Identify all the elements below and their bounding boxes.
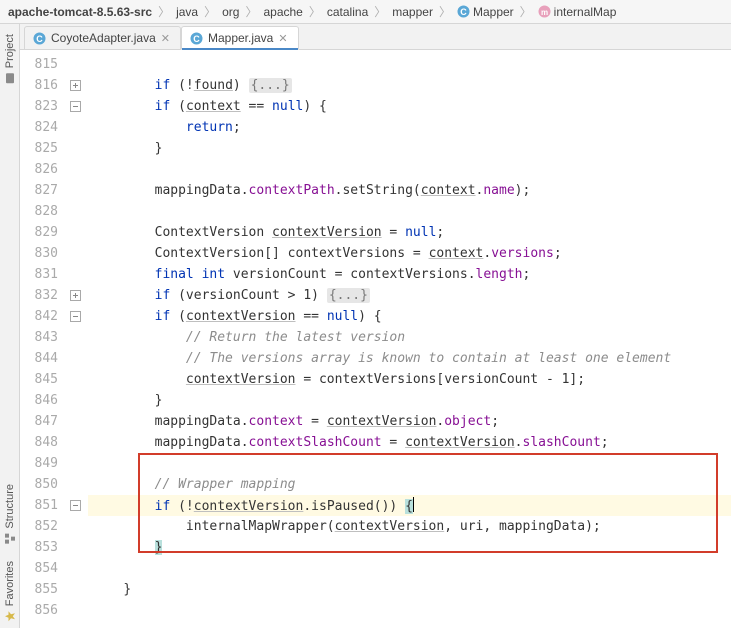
line-number[interactable]: 855 [20, 579, 58, 600]
code-line[interactable]: final int versionCount = contextVersions… [88, 264, 731, 285]
tab-label: CoyoteAdapter.java [51, 31, 156, 45]
line-number[interactable]: 850 [20, 474, 58, 495]
breadcrumb: apache-tomcat-8.5.63-src 〉 java 〉 org 〉 … [0, 0, 731, 24]
line-number[interactable]: 852 [20, 516, 58, 537]
class-icon: C [457, 5, 470, 18]
editor-tab-coyoteadapter[interactable]: C CoyoteAdapter.java ✕ [24, 26, 181, 50]
tab-label: Mapper.java [208, 31, 273, 45]
breadcrumb-item[interactable]: catalina [325, 5, 370, 19]
svg-text:m: m [541, 8, 548, 17]
line-number[interactable]: 848 [20, 432, 58, 453]
code-line[interactable]: mappingData.context = contextVersion.obj… [88, 411, 731, 432]
class-icon: C [33, 32, 46, 45]
line-number[interactable]: 843 [20, 327, 58, 348]
fold-toggle-expanded[interactable] [70, 101, 81, 112]
line-number[interactable]: 823 [20, 96, 58, 117]
code-line[interactable]: // Wrapper mapping [88, 474, 731, 495]
svg-text:C: C [460, 7, 467, 17]
fold-toggle-collapsed[interactable] [70, 290, 81, 301]
code-line[interactable]: contextVersion = contextVersions[version… [88, 369, 731, 390]
structure-icon [4, 533, 16, 545]
code-line[interactable]: if (contextVersion == null) { [88, 306, 731, 327]
star-icon [4, 610, 16, 622]
line-number[interactable]: 844 [20, 348, 58, 369]
breadcrumb-item[interactable]: java [174, 5, 200, 19]
code-line[interactable]: ContextVersion contextVersion = null; [88, 222, 731, 243]
line-number[interactable]: 849 [20, 453, 58, 474]
line-number[interactable]: 847 [20, 411, 58, 432]
code-line[interactable]: } [88, 390, 731, 411]
code-editor[interactable]: 815 816 823 824 825 826 827 828 829 830 … [20, 50, 731, 628]
code-line[interactable]: if (context == null) { [88, 96, 731, 117]
line-number[interactable]: 831 [20, 264, 58, 285]
line-number[interactable]: 827 [20, 180, 58, 201]
line-number[interactable]: 846 [20, 390, 58, 411]
method-icon: m [538, 5, 551, 18]
folded-region[interactable]: {...} [249, 78, 292, 93]
line-number[interactable]: 832 [20, 285, 58, 306]
code-line[interactable]: if (versionCount > 1) {...} [88, 285, 731, 306]
code-content[interactable]: if (!found) {...} if (context == null) {… [88, 50, 731, 628]
code-line-current[interactable]: if (!contextVersion.isPaused()) { [88, 495, 731, 516]
line-number[interactable]: 845 [20, 369, 58, 390]
code-line[interactable]: mappingData.contextPath.setString(contex… [88, 180, 731, 201]
code-line[interactable] [88, 453, 731, 474]
line-number[interactable]: 826 [20, 159, 58, 180]
line-number[interactable]: 828 [20, 201, 58, 222]
line-number-gutter[interactable]: 815 816 823 824 825 826 827 828 829 830 … [20, 50, 68, 628]
code-line[interactable] [88, 600, 731, 621]
code-line[interactable] [88, 558, 731, 579]
line-number[interactable]: 825 [20, 138, 58, 159]
line-number[interactable]: 842 [20, 306, 58, 327]
close-icon[interactable]: ✕ [161, 32, 170, 45]
tool-tab-structure[interactable]: Structure [2, 478, 18, 551]
breadcrumb-sep: 〉 [156, 3, 172, 20]
breadcrumb-item[interactable]: org [220, 5, 241, 19]
code-line[interactable] [88, 201, 731, 222]
line-number[interactable]: 815 [20, 54, 58, 75]
editor-tab-row: C CoyoteAdapter.java ✕ C Mapper.java ✕ [20, 24, 731, 50]
line-number[interactable]: 829 [20, 222, 58, 243]
fold-toggle-collapsed[interactable] [70, 80, 81, 91]
line-number[interactable]: 816 [20, 75, 58, 96]
code-line[interactable]: } [88, 537, 731, 558]
code-line[interactable]: // Return the latest version [88, 327, 731, 348]
fold-toggle-expanded[interactable] [70, 311, 81, 322]
code-line[interactable]: if (!found) {...} [88, 75, 731, 96]
editor-tab-mapper[interactable]: C Mapper.java ✕ [181, 26, 299, 50]
close-icon[interactable]: ✕ [278, 32, 287, 45]
project-icon [4, 72, 16, 84]
folded-region[interactable]: {...} [327, 288, 370, 303]
line-number[interactable]: 824 [20, 117, 58, 138]
breadcrumb-item-root[interactable]: apache-tomcat-8.5.63-src [6, 5, 154, 19]
fold-toggle-expanded[interactable] [70, 500, 81, 511]
svg-text:C: C [193, 34, 200, 44]
line-number[interactable]: 856 [20, 600, 58, 621]
code-line[interactable]: ContextVersion[] contextVersions = conte… [88, 243, 731, 264]
line-number[interactable]: 830 [20, 243, 58, 264]
class-icon: C [190, 32, 203, 45]
line-number[interactable]: 853 [20, 537, 58, 558]
breadcrumb-item-method[interactable]: m internalMap [536, 5, 619, 19]
line-number[interactable]: 854 [20, 558, 58, 579]
code-line[interactable] [88, 159, 731, 180]
breadcrumb-item-class[interactable]: C Mapper [455, 5, 516, 19]
text-caret [413, 497, 414, 512]
code-line[interactable]: return; [88, 117, 731, 138]
breadcrumb-item[interactable]: apache [261, 5, 304, 19]
line-number[interactable]: 851 [20, 495, 58, 516]
code-line[interactable]: mappingData.contextSlashCount = contextV… [88, 432, 731, 453]
fold-gutter [68, 50, 88, 628]
code-line[interactable] [88, 54, 731, 75]
breadcrumb-item[interactable]: mapper [390, 5, 435, 19]
code-line[interactable]: // The versions array is known to contai… [88, 348, 731, 369]
tool-tab-favorites[interactable]: Favorites [2, 555, 18, 628]
svg-text:C: C [36, 34, 43, 44]
tool-window-bar-left: Project Structure Favorites [0, 24, 20, 628]
code-line[interactable]: } [88, 138, 731, 159]
code-line[interactable]: internalMapWrapper(contextVersion, uri, … [88, 516, 731, 537]
tool-tab-project[interactable]: Project [2, 28, 18, 90]
code-line[interactable]: } [88, 579, 731, 600]
